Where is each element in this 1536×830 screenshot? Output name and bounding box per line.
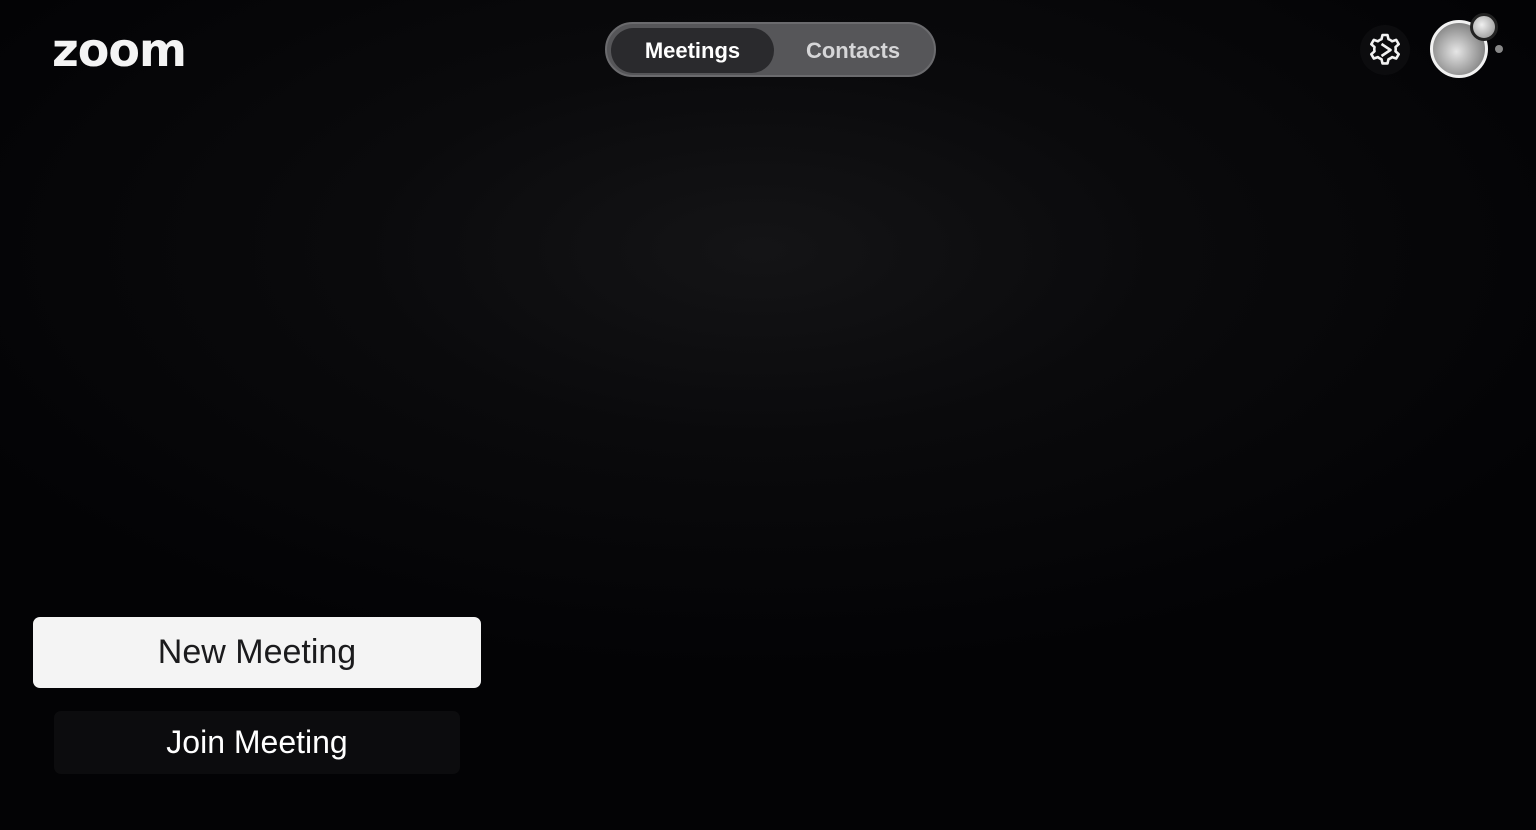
avatar-badge (1470, 13, 1498, 41)
status-dot (1495, 45, 1503, 53)
tab-contacts[interactable]: Contacts (774, 28, 932, 73)
gear-icon (1370, 33, 1400, 65)
join-meeting-button[interactable]: Join Meeting (54, 711, 460, 774)
tab-switcher: Meetings Contacts (605, 22, 936, 77)
new-meeting-button[interactable]: New Meeting (33, 617, 481, 688)
settings-button[interactable] (1360, 25, 1410, 75)
zoom-logo: zoom (52, 23, 187, 77)
tab-meetings[interactable]: Meetings (611, 28, 774, 73)
